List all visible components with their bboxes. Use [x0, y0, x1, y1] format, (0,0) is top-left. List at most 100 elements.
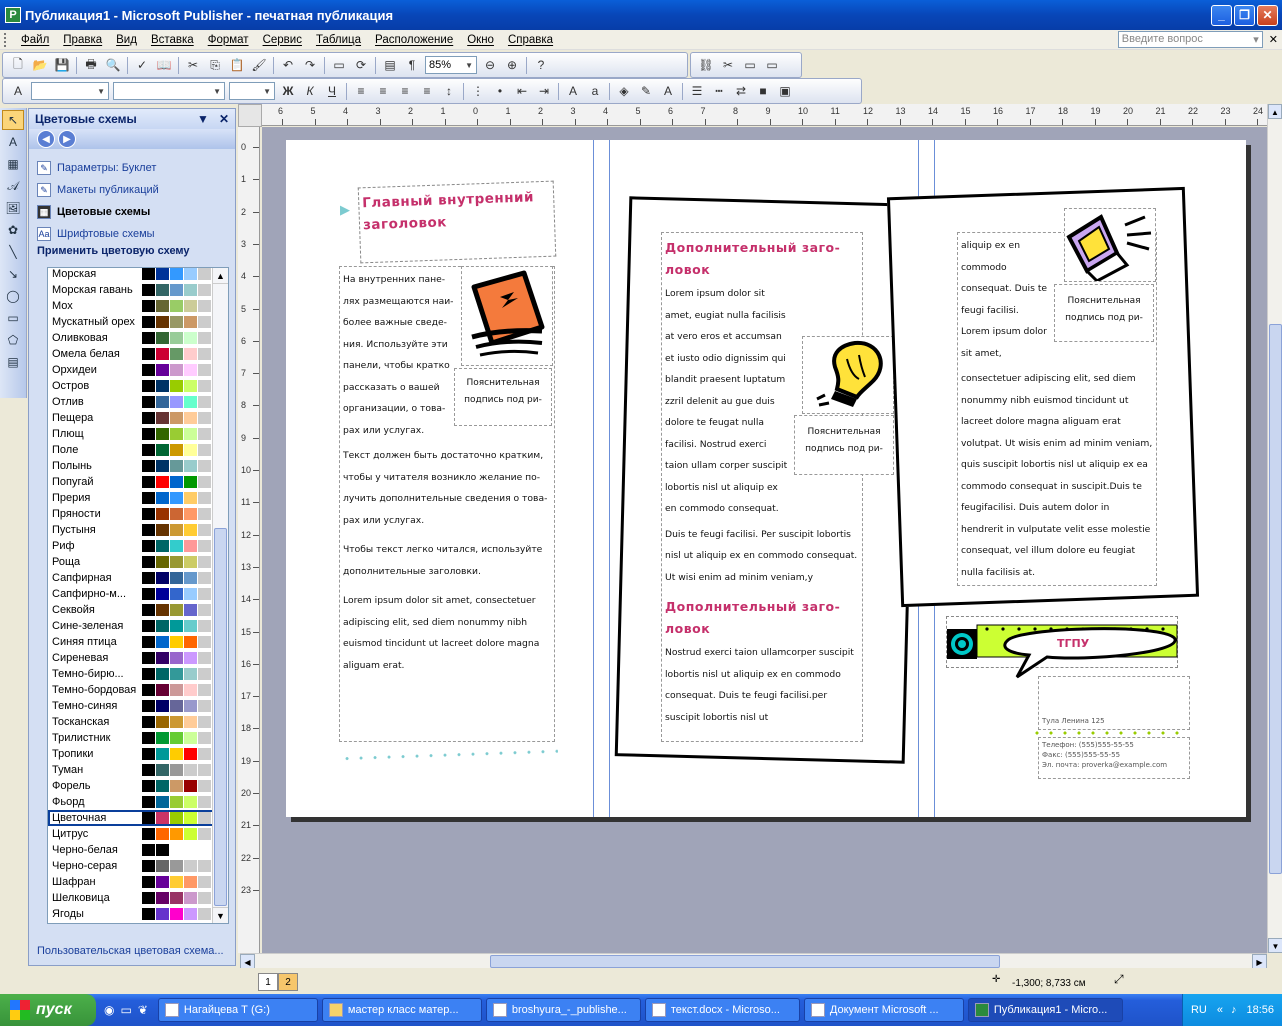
menu-grip[interactable]	[4, 32, 10, 47]
chevron-down-icon[interactable]: ▼	[197, 112, 209, 126]
scroll-thumb[interactable]	[490, 955, 1000, 968]
main-heading[interactable]: Главный внутренний заголовок	[362, 186, 551, 237]
close-button[interactable]: ✕	[1257, 4, 1278, 26]
language-indicator[interactable]: RU	[1191, 1004, 1207, 1016]
print-preview-icon[interactable]: 🔍	[103, 56, 123, 74]
style-select[interactable]: ▼	[31, 82, 109, 100]
color-scheme-item[interactable]: Черно-серая	[48, 858, 228, 874]
scheme-list-scrollbar[interactable]: ▲ ▼	[212, 268, 228, 923]
color-scheme-item[interactable]: Темно-бирю...	[48, 666, 228, 682]
color-scheme-item[interactable]: Сапфирная	[48, 570, 228, 586]
autoshapes-icon[interactable]: ⬠	[2, 330, 24, 350]
ask-question-input[interactable]: Введите вопрос ▾	[1117, 31, 1263, 48]
rectangle-icon[interactable]: ▭	[2, 308, 24, 328]
chevron-down-icon[interactable]: ▾	[1253, 33, 1259, 46]
copy-icon[interactable]: ⎘	[205, 56, 225, 74]
menu-edit[interactable]: Правка	[56, 34, 109, 46]
bullets-icon[interactable]: •	[490, 82, 510, 100]
color-scheme-item[interactable]: Риф	[48, 538, 228, 554]
arrow-icon[interactable]: ↘	[2, 264, 24, 284]
style-icon[interactable]: A	[8, 82, 28, 100]
line-icon[interactable]: ╲	[2, 242, 24, 262]
color-scheme-item[interactable]: Оливковая	[48, 330, 228, 346]
redo-icon[interactable]: ↷	[300, 56, 320, 74]
color-scheme-item[interactable]: Секвойя	[48, 602, 228, 618]
columns-icon[interactable]: ▤	[380, 56, 400, 74]
menu-tools[interactable]: Сервис	[256, 34, 309, 46]
forward-icon[interactable]: ▶	[58, 130, 76, 148]
3d-icon[interactable]: ▣	[775, 82, 795, 100]
horizontal-ruler[interactable]: 6 5 4 3 2 1 0 1 2 3 4 5 6 7 8 9 10 11 12 13 14 15 16 17 18 19 20 21…	[262, 104, 1267, 126]
save-icon[interactable]: 💾	[52, 56, 72, 74]
volume-icon[interactable]: ♪	[1231, 1004, 1237, 1016]
menu-file[interactable]: Файл	[14, 34, 56, 46]
scroll-right-icon[interactable]: ▶	[1252, 954, 1267, 969]
color-scheme-item[interactable]: Поле	[48, 442, 228, 458]
color-scheme-item[interactable]: Туман	[48, 762, 228, 778]
taskbar-item-text-docx[interactable]: текст.docx - Microso...	[644, 998, 800, 1022]
col1-caption[interactable]: Пояснительная подпись под ри-	[455, 375, 551, 409]
color-scheme-item[interactable]: Трилистник	[48, 730, 228, 746]
format-painter-icon[interactable]: 🖌	[249, 56, 269, 74]
back-icon[interactable]: ◀	[37, 130, 55, 148]
research-icon[interactable]: 📖	[154, 56, 174, 74]
wordart-icon[interactable]: 𝒜	[2, 176, 24, 196]
prev-frame-icon[interactable]: ▭	[762, 56, 782, 74]
line-spacing-icon[interactable]: ↕	[439, 82, 459, 100]
color-scheme-item[interactable]: Морская	[48, 268, 228, 282]
paste-icon[interactable]: 📋	[227, 56, 247, 74]
color-scheme-item[interactable]: Мускатный орех	[48, 314, 228, 330]
ruler-corner[interactable]	[238, 104, 262, 127]
taskbar-item-drive[interactable]: Нагайцева Т (G:)	[157, 998, 318, 1022]
col3-caption-frame[interactable]: Пояснительная подпись под ри-	[1054, 284, 1154, 342]
page-2-button[interactable]: 2	[278, 973, 298, 991]
contact-frame[interactable]: Телефон: (555)555-55-55 Факс: (555)555-5…	[1038, 737, 1190, 779]
next-frame-icon[interactable]: ▭	[740, 56, 760, 74]
link-color-schemes[interactable]: ▦ Цветовые схемы	[29, 201, 235, 223]
publication-page[interactable]: ▶ Главный внутренний заголовок На внутре…	[286, 140, 1246, 817]
menu-table[interactable]: Таблица	[309, 34, 368, 46]
color-scheme-item[interactable]: Пещера	[48, 410, 228, 426]
address-text[interactable]: Тула Ленина 125	[1042, 717, 1105, 725]
col1-caption-frame[interactable]: Пояснительная подпись под ри-	[454, 368, 552, 426]
book-clipart[interactable]	[461, 266, 553, 366]
spelling-icon[interactable]: ✓	[132, 56, 152, 74]
pilcrow-icon[interactable]: ¶	[402, 56, 422, 74]
fax-text[interactable]: Факс: (555)555-55-55	[1042, 750, 1186, 760]
color-scheme-item[interactable]: Темно-бордовая	[48, 682, 228, 698]
horizontal-scrollbar[interactable]: ◀ ▶	[240, 953, 1267, 969]
col3-caption[interactable]: Пояснительная подпись под ри-	[1055, 293, 1153, 327]
oval-icon[interactable]: ◯	[2, 286, 24, 306]
taskbar-item-document[interactable]: Документ Microsoft ...	[803, 998, 964, 1022]
col3-paragraph-1[interactable]: aliquip ex en commodo consequat. Duis te…	[958, 233, 1053, 366]
link-options-booklet[interactable]: ✎ Параметры: Буклет	[29, 157, 235, 179]
clipart-icon[interactable]: ✿	[2, 220, 24, 240]
color-scheme-item[interactable]: Пряности	[48, 506, 228, 522]
justify-icon[interactable]: ≡	[417, 82, 437, 100]
color-scheme-list[interactable]: Морская Морская гавань Мох Мускатный орех Ол…	[47, 267, 229, 924]
phone-text[interactable]: Телефон: (555)555-55-55	[1042, 740, 1186, 750]
design-gallery-icon[interactable]: ▤	[2, 352, 24, 372]
color-scheme-item[interactable]: Темно-синяя	[48, 698, 228, 714]
zoom-select[interactable]: 85% ▼	[425, 56, 477, 74]
bring-forward-icon[interactable]: ▭	[329, 56, 349, 74]
scroll-thumb[interactable]	[214, 528, 227, 906]
col1-paragraph-1[interactable]: На внутренних пане-лях размещаются наи-б…	[340, 267, 460, 443]
scroll-left-icon[interactable]: ◀	[240, 954, 255, 969]
decrease-indent-icon[interactable]: ⇤	[512, 82, 532, 100]
desktop-icon[interactable]: ▭	[120, 1003, 131, 1017]
color-scheme-item[interactable]: Фьорд	[48, 794, 228, 810]
text-box-icon[interactable]: A	[2, 132, 24, 152]
taskbar-item-brochure[interactable]: broshyura_-_publishe...	[485, 998, 641, 1022]
color-scheme-item[interactable]: Ягоды	[48, 906, 228, 922]
color-scheme-item[interactable]: Омела белая	[48, 346, 228, 362]
select-icon[interactable]: ↖	[2, 110, 24, 130]
arrow-style-icon[interactable]: ⇄	[731, 82, 751, 100]
color-scheme-item[interactable]: Остров	[48, 378, 228, 394]
color-scheme-item[interactable]: Пустыня	[48, 522, 228, 538]
color-scheme-item[interactable]: Цветочная	[48, 810, 228, 826]
open-icon[interactable]: 📂	[30, 56, 50, 74]
shrink-font-icon[interactable]: a	[585, 82, 605, 100]
increase-indent-icon[interactable]: ⇥	[534, 82, 554, 100]
scroll-down-icon[interactable]: ▼	[213, 907, 228, 923]
